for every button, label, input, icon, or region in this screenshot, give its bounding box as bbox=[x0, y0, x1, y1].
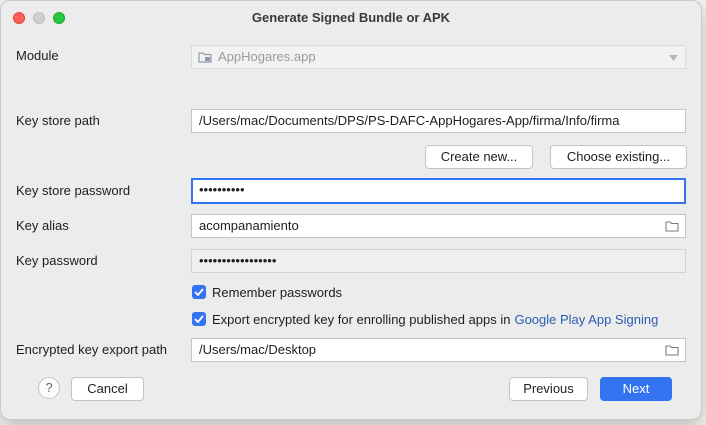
export-path-label: Encrypted key export path bbox=[16, 342, 168, 357]
window-minimize-button[interactable] bbox=[33, 12, 45, 24]
choose-existing-button[interactable]: Choose existing... bbox=[550, 145, 687, 169]
key-password-label: Key password bbox=[16, 253, 98, 268]
export-path-value: /Users/mac/Desktop bbox=[199, 342, 317, 357]
cancel-button[interactable]: Cancel bbox=[71, 377, 144, 401]
google-play-app-signing-link[interactable]: Google Play App Signing bbox=[514, 312, 658, 327]
create-new-button[interactable]: Create new... bbox=[425, 145, 533, 169]
key-alias-input[interactable]: acompanamiento bbox=[191, 214, 686, 238]
browse-folder-icon[interactable] bbox=[665, 219, 679, 233]
key-password-input[interactable]: ••••••••••••••••• bbox=[191, 249, 686, 273]
key-store-password-input[interactable]: •••••••••• bbox=[191, 178, 686, 204]
checkmark-icon bbox=[194, 288, 204, 296]
export-encrypted-key-label: Export encrypted key for enrolling publi… bbox=[212, 311, 511, 327]
key-alias-value: acompanamiento bbox=[199, 218, 299, 233]
dialog-title: Generate Signed Bundle or APK bbox=[251, 10, 451, 25]
module-folder-icon bbox=[198, 52, 212, 63]
module-value: AppHogares.app bbox=[218, 49, 316, 64]
export-path-input[interactable]: /Users/mac/Desktop bbox=[191, 338, 686, 362]
key-store-path-label: Key store path bbox=[16, 113, 100, 128]
previous-button[interactable]: Previous bbox=[509, 377, 588, 401]
module-label: Module bbox=[16, 48, 59, 63]
next-button[interactable]: Next bbox=[600, 377, 672, 401]
remember-passwords-label: Remember passwords bbox=[212, 284, 343, 300]
checkmark-icon bbox=[194, 315, 204, 323]
export-encrypted-key-checkbox[interactable] bbox=[192, 312, 206, 326]
browse-folder-icon[interactable] bbox=[665, 343, 679, 357]
export-encrypted-key-option[interactable]: Export encrypted key for enrolling publi… bbox=[192, 311, 658, 327]
remember-passwords-checkbox[interactable] bbox=[192, 285, 206, 299]
key-alias-label: Key alias bbox=[16, 218, 69, 233]
remember-passwords-option[interactable]: Remember passwords bbox=[192, 284, 342, 300]
window-close-button[interactable] bbox=[13, 12, 25, 24]
key-store-password-value: •••••••••• bbox=[199, 182, 245, 197]
window-zoom-button[interactable] bbox=[53, 12, 65, 24]
key-store-path-input[interactable]: /Users/mac/Documents/DPS/PS-DAFC-AppHoga… bbox=[191, 109, 686, 133]
key-store-password-label: Key store password bbox=[16, 183, 131, 198]
chevron-down-icon bbox=[669, 55, 678, 61]
key-password-value: ••••••••••••••••• bbox=[199, 253, 277, 268]
module-select[interactable]: AppHogares.app bbox=[191, 45, 686, 69]
signed-bundle-dialog: Generate Signed Bundle or APK Module App… bbox=[0, 0, 702, 420]
help-button[interactable]: ? bbox=[38, 377, 60, 399]
